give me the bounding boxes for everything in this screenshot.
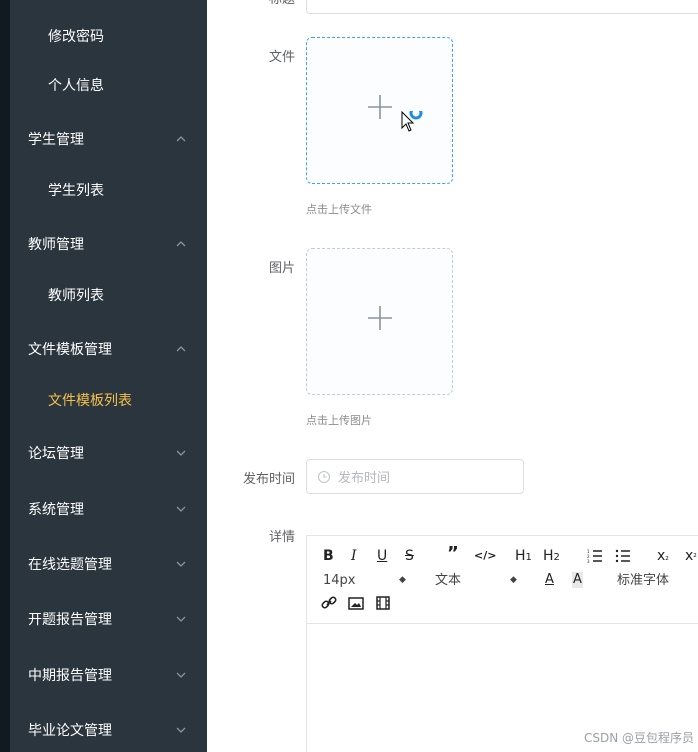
sidebar-item-label: 学生管理 <box>28 132 84 148</box>
chevron-up-icon <box>175 343 187 355</box>
sidebar-group-proposal-report[interactable]: 开题报告管理 <box>10 597 207 641</box>
sidebar-item-label: 教师列表 <box>48 288 104 304</box>
chevron-down-icon <box>175 613 187 625</box>
font-size-select-icon: ◆ <box>399 575 406 585</box>
chevron-down-icon <box>175 447 187 459</box>
editor-toolbar: B I U S ” </> H1 H2 1 2 3 x₂ x² 14px ◆ 文… <box>307 536 698 624</box>
title-input[interactable]: ...... <box>306 0 698 14</box>
window-edge <box>0 0 10 752</box>
watermark: CSDN @豆包程序员 <box>583 731 694 745</box>
sidebar-item-label: 文件模板列表 <box>48 393 132 409</box>
sidebar-group-file-template[interactable]: 文件模板管理 <box>10 327 207 371</box>
sidebar-item-label: 学生列表 <box>48 183 104 199</box>
sidebar-group-thesis[interactable]: 毕业论文管理 <box>10 708 207 752</box>
publish-time-input[interactable]: 发布时间 <box>306 459 524 494</box>
plus-icon <box>368 306 392 330</box>
image-icon[interactable] <box>348 597 364 610</box>
link-icon[interactable] <box>321 596 337 610</box>
sidebar-item-label: 文件模板管理 <box>28 342 112 358</box>
sidebar-item-label: 开题报告管理 <box>28 612 112 628</box>
plus-icon <box>368 95 392 119</box>
header-1-button[interactable]: H1 <box>515 548 532 566</box>
publish-time-label: 发布时间 <box>242 472 295 487</box>
sidebar-group-teacher[interactable]: 教师管理 <box>10 222 207 266</box>
clock-icon <box>317 470 331 483</box>
image-label: 图片 <box>268 261 295 276</box>
publish-time-placeholder: 发布时间 <box>338 471 391 486</box>
sidebar-group-midterm-report[interactable]: 中期报告管理 <box>10 653 207 697</box>
sidebar-item-student-list[interactable]: 学生列表 <box>10 168 207 212</box>
chevron-up-icon <box>175 238 187 250</box>
image-upload-box[interactable] <box>306 248 453 395</box>
sidebar-group-topic-selection[interactable]: 在线选题管理 <box>10 542 207 586</box>
sidebar-group-system[interactable]: 系统管理 <box>10 487 207 531</box>
file-label: 文件 <box>268 50 295 65</box>
chevron-down-icon <box>175 669 187 681</box>
form-area: 标题 ...... 文件 点击上传文件 图片 点击上传图片 发布时间 发布时间 … <box>207 0 698 752</box>
sidebar-group-student[interactable]: 学生管理 <box>10 117 207 161</box>
chevron-down-icon <box>175 558 187 570</box>
sidebar-group-forum[interactable]: 论坛管理 <box>10 431 207 475</box>
superscript-button[interactable]: x² <box>685 548 697 566</box>
svg-text:3: 3 <box>587 559 590 563</box>
bullet-list-button[interactable] <box>615 549 631 563</box>
strike-button[interactable]: S <box>405 548 414 564</box>
code-block-button[interactable]: </> <box>474 548 496 564</box>
font-family-select-value[interactable]: 标准字体 <box>617 573 669 589</box>
chevron-down-icon <box>175 503 187 515</box>
sidebar-item-label: 系统管理 <box>28 502 84 518</box>
cursor-busy-icon <box>401 111 423 132</box>
sidebar-item-label: 毕业论文管理 <box>28 723 112 739</box>
file-upload-hint: 点击上传文件 <box>306 203 372 216</box>
underline-button[interactable]: U <box>377 548 387 564</box>
sidebar-item-change-password[interactable]: 修改密码 <box>10 14 207 58</box>
video-icon[interactable] <box>375 596 391 610</box>
image-upload-hint: 点击上传图片 <box>306 414 372 427</box>
subscript-button[interactable]: x₂ <box>657 548 669 566</box>
bold-button[interactable]: B <box>323 548 334 564</box>
sidebar-item-label: 中期报告管理 <box>28 668 112 684</box>
title-label: 标题 <box>265 0 295 7</box>
italic-button[interactable]: I <box>351 548 357 564</box>
header-2-button[interactable]: H2 <box>543 548 560 566</box>
chevron-up-icon <box>175 133 187 145</box>
font-size-select-value[interactable]: 14px <box>323 573 356 589</box>
chevron-down-icon <box>175 724 187 736</box>
background-color-button[interactable]: A <box>572 572 583 588</box>
sidebar-item-label: 教师管理 <box>28 237 84 253</box>
sidebar-item-teacher-list[interactable]: 教师列表 <box>10 273 207 317</box>
blockquote-button[interactable]: ” <box>447 545 459 563</box>
sidebar-item-label: 论坛管理 <box>28 446 84 462</box>
sidebar-item-file-template-list[interactable]: 文件模板列表 <box>10 378 207 422</box>
detail-label: 详情 <box>268 530 295 545</box>
sidebar-item-label: 修改密码 <box>48 29 104 45</box>
file-upload-box[interactable] <box>306 37 453 184</box>
sidebar-item-personal-info[interactable]: 个人信息 <box>10 63 207 107</box>
paragraph-select-icon: ◆ <box>510 575 517 585</box>
rich-text-editor: B I U S ” </> H1 H2 1 2 3 x₂ x² 14px ◆ 文… <box>306 535 698 752</box>
sidebar: 修改密码 个人信息 学生管理 学生列表 教师管理 教师列表 文件模板管理 文件模… <box>10 0 207 752</box>
ordered-list-button[interactable]: 1 2 3 <box>587 549 603 563</box>
sidebar-item-label: 在线选题管理 <box>28 557 112 573</box>
font-color-button[interactable]: A <box>545 572 554 588</box>
sidebar-item-label: 个人信息 <box>48 78 104 94</box>
paragraph-select-value[interactable]: 文本 <box>435 573 461 589</box>
